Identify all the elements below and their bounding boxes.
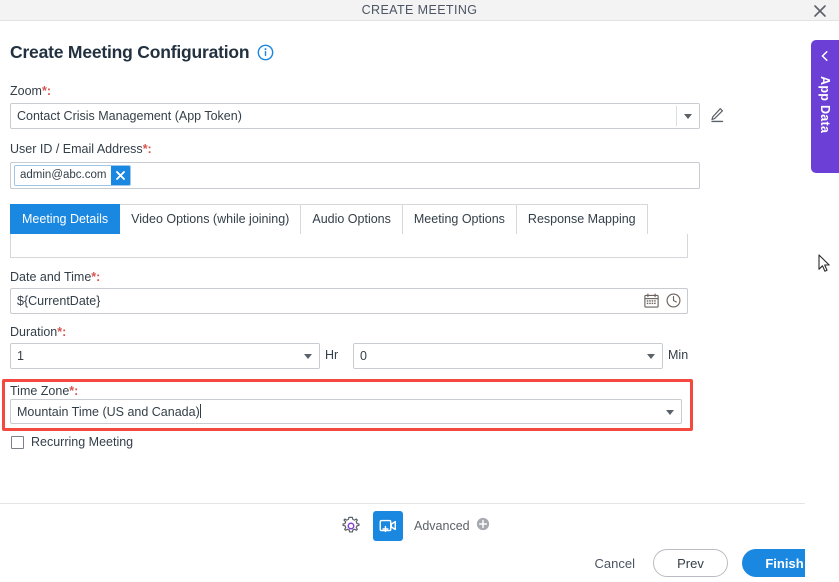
chevron-down-icon bbox=[684, 114, 692, 119]
timezone-field-label: Time Zone*: bbox=[10, 384, 78, 398]
tab-meeting-details[interactable]: Meeting Details bbox=[10, 204, 121, 235]
datetime-input[interactable]: ${CurrentDate} bbox=[10, 288, 688, 314]
checkbox-box[interactable] bbox=[11, 435, 24, 449]
divider bbox=[676, 106, 677, 126]
timezone-select[interactable]: Mountain Time (US and Canada) bbox=[10, 399, 682, 424]
duration-required-mark: *: bbox=[57, 325, 67, 339]
dialog-title: CREATE MEETING bbox=[361, 3, 478, 17]
timezone-required-mark: *: bbox=[69, 384, 79, 398]
pencil-icon[interactable] bbox=[708, 106, 726, 124]
dialog-action-buttons: Cancel Prev Finish bbox=[591, 549, 827, 577]
zoom-selected-value: Contact Crisis Management (App Token) bbox=[17, 109, 242, 123]
email-chip-label: admin@abc.com bbox=[15, 166, 112, 185]
scrolled-field-clip[interactable]: g bbox=[10, 234, 688, 258]
duration-minutes-unit: Min bbox=[668, 348, 689, 362]
userid-label-text: User ID / Email Address bbox=[10, 142, 143, 156]
add-video-meeting-icon[interactable] bbox=[373, 511, 403, 541]
tab-bar: Meeting Details Video Options (while join… bbox=[10, 204, 648, 235]
duration-minutes-select[interactable]: 0 bbox=[353, 343, 663, 369]
gear-icon[interactable] bbox=[340, 515, 362, 537]
page-title: Create Meeting Configuration bbox=[10, 42, 250, 62]
duration-hours-unit: Hr bbox=[325, 348, 339, 362]
recurring-meeting-label: Recurring Meeting bbox=[31, 435, 134, 449]
cancel-button[interactable]: Cancel bbox=[591, 556, 639, 571]
info-icon[interactable] bbox=[257, 44, 274, 61]
plus-circle-icon[interactable] bbox=[476, 517, 490, 536]
duration-hours-select[interactable]: 1 bbox=[10, 343, 320, 369]
footer-divider bbox=[0, 503, 805, 504]
advanced-label: Advanced bbox=[414, 519, 470, 533]
tab-audio-options[interactable]: Audio Options bbox=[301, 204, 403, 235]
userid-required-mark: *: bbox=[142, 142, 152, 156]
recurring-meeting-checkbox[interactable]: Recurring Meeting bbox=[11, 435, 133, 449]
zoom-required-mark: *: bbox=[41, 84, 51, 98]
chevron-down-icon bbox=[666, 409, 674, 415]
bottom-toolbar: Advanced bbox=[340, 511, 490, 541]
chevron-down-icon bbox=[304, 354, 312, 359]
dialog-titlebar: CREATE MEETING bbox=[0, 0, 839, 21]
duration-label-text: Duration bbox=[10, 325, 58, 339]
zoom-label-text: Zoom bbox=[10, 84, 42, 98]
tab-meeting-options[interactable]: Meeting Options bbox=[402, 204, 517, 235]
tab-response-mapping[interactable]: Response Mapping bbox=[516, 204, 648, 235]
app-data-label: App Data bbox=[818, 76, 832, 134]
duration-field-label: Duration*: bbox=[10, 325, 66, 339]
zoom-select[interactable]: Contact Crisis Management (App Token) bbox=[10, 103, 700, 129]
datetime-required-mark: *: bbox=[91, 270, 101, 284]
page-title-row: Create Meeting Configuration bbox=[10, 42, 274, 63]
chevron-down-icon bbox=[647, 354, 655, 359]
advanced-button[interactable]: Advanced bbox=[414, 517, 490, 536]
text-cursor bbox=[199, 404, 201, 418]
datetime-icon-group bbox=[643, 292, 682, 309]
timezone-label-text: Time Zone bbox=[10, 384, 70, 398]
chevron-left-icon bbox=[819, 49, 831, 67]
userid-field-label: User ID / Email Address*: bbox=[10, 142, 152, 156]
timezone-selected-value: Mountain Time (US and Canada) bbox=[17, 404, 201, 419]
duration-hours-value: 1 bbox=[17, 349, 24, 363]
calendar-icon[interactable] bbox=[643, 292, 660, 309]
clock-icon[interactable] bbox=[665, 292, 682, 309]
tab-video-options-while-joining[interactable]: Video Options (while joining) bbox=[120, 204, 302, 235]
datetime-label-text: Date and Time bbox=[10, 270, 92, 284]
duration-minutes-value: 0 bbox=[360, 349, 367, 363]
datetime-value: ${CurrentDate} bbox=[17, 294, 101, 308]
create-meeting-dialog: CREATE MEETING Create Meeting Configurat… bbox=[0, 0, 839, 582]
app-data-panel-tab[interactable]: App Data bbox=[811, 40, 839, 173]
zoom-field-label: Zoom*: bbox=[10, 84, 51, 98]
datetime-field-label: Date and Time*: bbox=[10, 270, 100, 284]
close-icon[interactable] bbox=[111, 166, 131, 185]
userid-input[interactable]: admin@abc.com bbox=[10, 162, 700, 189]
close-icon[interactable] bbox=[811, 2, 829, 20]
email-chip: admin@abc.com bbox=[14, 165, 132, 186]
prev-button[interactable]: Prev bbox=[653, 549, 728, 577]
